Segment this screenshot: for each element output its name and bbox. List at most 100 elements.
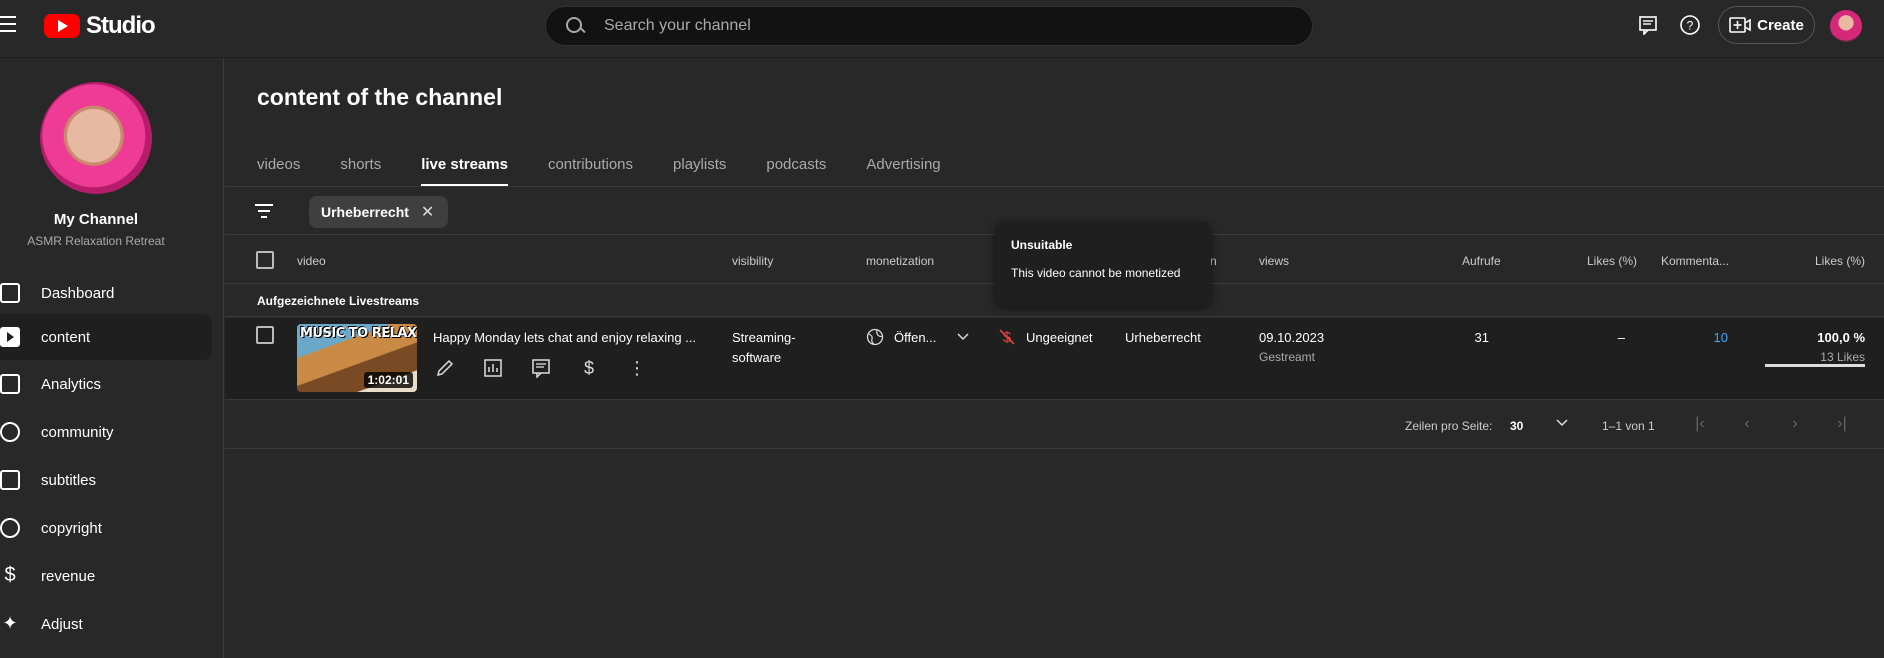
content-tabs: videos shorts live streams contributions… (257, 142, 981, 187)
filter-chip-label: Urheberrecht (321, 204, 409, 220)
content-icon (0, 327, 20, 347)
globe-icon (866, 328, 884, 346)
video-date: 09.10.2023 (1259, 330, 1325, 345)
tooltip-body: This video cannot be monetized (1011, 266, 1181, 280)
revenue-icon: $ (4, 564, 16, 586)
close-icon[interactable]: ✕ (421, 202, 434, 222)
sidebar-item-community[interactable]: community (0, 409, 212, 455)
first-page-icon[interactable]: |‹ (1690, 415, 1710, 435)
row-checkbox[interactable] (256, 326, 274, 344)
sidebar-item-label: copyright (41, 519, 102, 537)
select-all-checkbox[interactable] (256, 251, 274, 269)
header-likes-pct-2[interactable]: Likes (%) (1815, 254, 1865, 268)
visibility-line-2: software (732, 350, 782, 365)
create-label: Create (1757, 16, 1804, 34)
chevron-down-icon[interactable] (1552, 415, 1572, 435)
sidebar-item-label: Analytics (41, 375, 102, 393)
chevron-down-icon[interactable] (956, 332, 970, 342)
community-icon (0, 422, 20, 442)
comments-count[interactable]: 10 (1698, 330, 1728, 345)
likes-pct: – (1617, 330, 1625, 345)
row-actions: $ ⋮ (433, 356, 649, 380)
rows-per-page-value[interactable]: 30 (1510, 419, 1523, 433)
visibility-line-1: Streaming- (732, 330, 796, 345)
pagination: Zeilen pro Seite: 30 1–1 von 1 |‹ ‹ › ›| (225, 401, 1884, 449)
header-video[interactable]: video (297, 254, 326, 268)
tab-videos[interactable]: videos (257, 142, 300, 186)
video-title[interactable]: Happy Monday lets chat and enjoy relaxin… (433, 330, 696, 345)
channel-name: My Channel (53, 211, 139, 228)
page-title: content of the channel (257, 84, 503, 110)
video-date-sub: Gestreamt (1259, 350, 1316, 364)
comments-icon[interactable] (529, 356, 553, 380)
feedback-icon[interactable] (1636, 13, 1660, 37)
svg-text:?: ? (1687, 19, 1694, 33)
analytics-icon (0, 374, 20, 394)
logo-text: Studio (86, 12, 156, 39)
sidebar-item-dashboard[interactable]: Dashboard (0, 270, 212, 316)
header-views[interactable]: views (1259, 254, 1289, 268)
sidebar-item-label: community (41, 423, 114, 441)
likes-count: 13 Likes (1820, 350, 1865, 364)
header-aufrufe[interactable]: Aufrufe (1462, 254, 1501, 268)
sidebar-item-revenue[interactable]: $ revenue (0, 553, 212, 599)
menu-icon[interactable] (0, 16, 18, 34)
filter-chip[interactable]: Urheberrecht ✕ (309, 196, 449, 228)
header-monetization[interactable]: monetization (866, 254, 934, 268)
sidebar-item-copyright[interactable]: copyright (0, 505, 212, 551)
tab-contributions[interactable]: contributions (548, 142, 633, 186)
aufrufe-count: 31 (1474, 330, 1489, 345)
next-page-icon[interactable]: › (1785, 415, 1805, 435)
search-icon[interactable] (564, 15, 586, 37)
no-money-icon: $ (999, 329, 1015, 346)
sidebar-item-content[interactable]: content (0, 314, 212, 360)
tab-podcasts[interactable]: podcasts (766, 142, 826, 186)
filter-icon[interactable] (255, 204, 273, 218)
tab-shorts[interactable]: shorts (340, 142, 381, 186)
last-page-icon[interactable]: ›| (1832, 415, 1852, 435)
account-avatar[interactable] (1830, 10, 1862, 42)
search-input[interactable] (604, 17, 1254, 35)
ad-suitability-status: Ungeeignet (1026, 329, 1093, 345)
sidebar-item-analytics[interactable]: Analytics (0, 361, 212, 407)
main-content: content of the channel videos shorts liv… (225, 58, 1884, 658)
likes-bar-fill (1765, 364, 1865, 367)
subtitles-icon (0, 470, 20, 490)
monetization-dropdown[interactable]: Öffen... (866, 328, 970, 346)
previous-page-icon[interactable]: ‹ (1737, 415, 1757, 435)
table-row[interactable]: MUSIC TO RELAX 1:02:01 Happy Monday lets… (225, 318, 1884, 400)
channel-avatar[interactable] (40, 82, 152, 194)
ad-suitability[interactable]: $ Ungeeignet (998, 328, 1093, 346)
header-visibility[interactable]: visibility (732, 254, 773, 268)
create-button[interactable]: Create (1718, 6, 1815, 44)
tab-live-streams[interactable]: live streams (421, 142, 508, 187)
channel-subtitle: ASMR Relaxation Retreat (27, 234, 165, 248)
create-video-icon (1729, 17, 1751, 33)
monetization-icon[interactable]: $ (577, 356, 601, 380)
edit-icon[interactable] (433, 356, 457, 380)
search-box[interactable] (545, 6, 1313, 46)
tab-playlists[interactable]: playlists (673, 142, 726, 186)
studio-logo[interactable]: Studio (44, 12, 156, 40)
copyright-icon (0, 518, 20, 538)
more-options-icon[interactable]: ⋮ (625, 356, 649, 380)
tab-advertising[interactable]: Advertising (866, 142, 940, 186)
group-label: Aufgezeichnete Livestreams (257, 294, 420, 308)
top-bar: Studio ? Create (0, 0, 1884, 58)
tooltip: Unsuitable This video cannot be monetize… (995, 222, 1211, 306)
sidebar-item-adjust[interactable]: ✦ Adjust (0, 601, 212, 647)
header-restrictions[interactable]: n (1210, 254, 1217, 268)
header-likes-pct[interactable]: Likes (%) (1587, 254, 1637, 268)
help-icon[interactable]: ? (1678, 13, 1702, 37)
sidebar-item-label: subtitles (41, 471, 97, 489)
sidebar-item-label: Dashboard (41, 284, 115, 302)
sidebar-item-subtitles[interactable]: subtitles (0, 457, 212, 503)
monetization-status: Öffen... (894, 329, 937, 345)
sidebar: My Channel ASMR Relaxation Retreat Dashb… (0, 58, 224, 658)
dashboard-icon (0, 283, 20, 303)
magic-wand-icon: ✦ (2, 613, 18, 633)
video-thumbnail[interactable]: MUSIC TO RELAX 1:02:01 (297, 324, 417, 392)
analytics-icon[interactable] (481, 356, 505, 380)
header-comments[interactable]: Kommenta... (1661, 254, 1729, 268)
sidebar-item-label: Adjust (41, 615, 83, 633)
